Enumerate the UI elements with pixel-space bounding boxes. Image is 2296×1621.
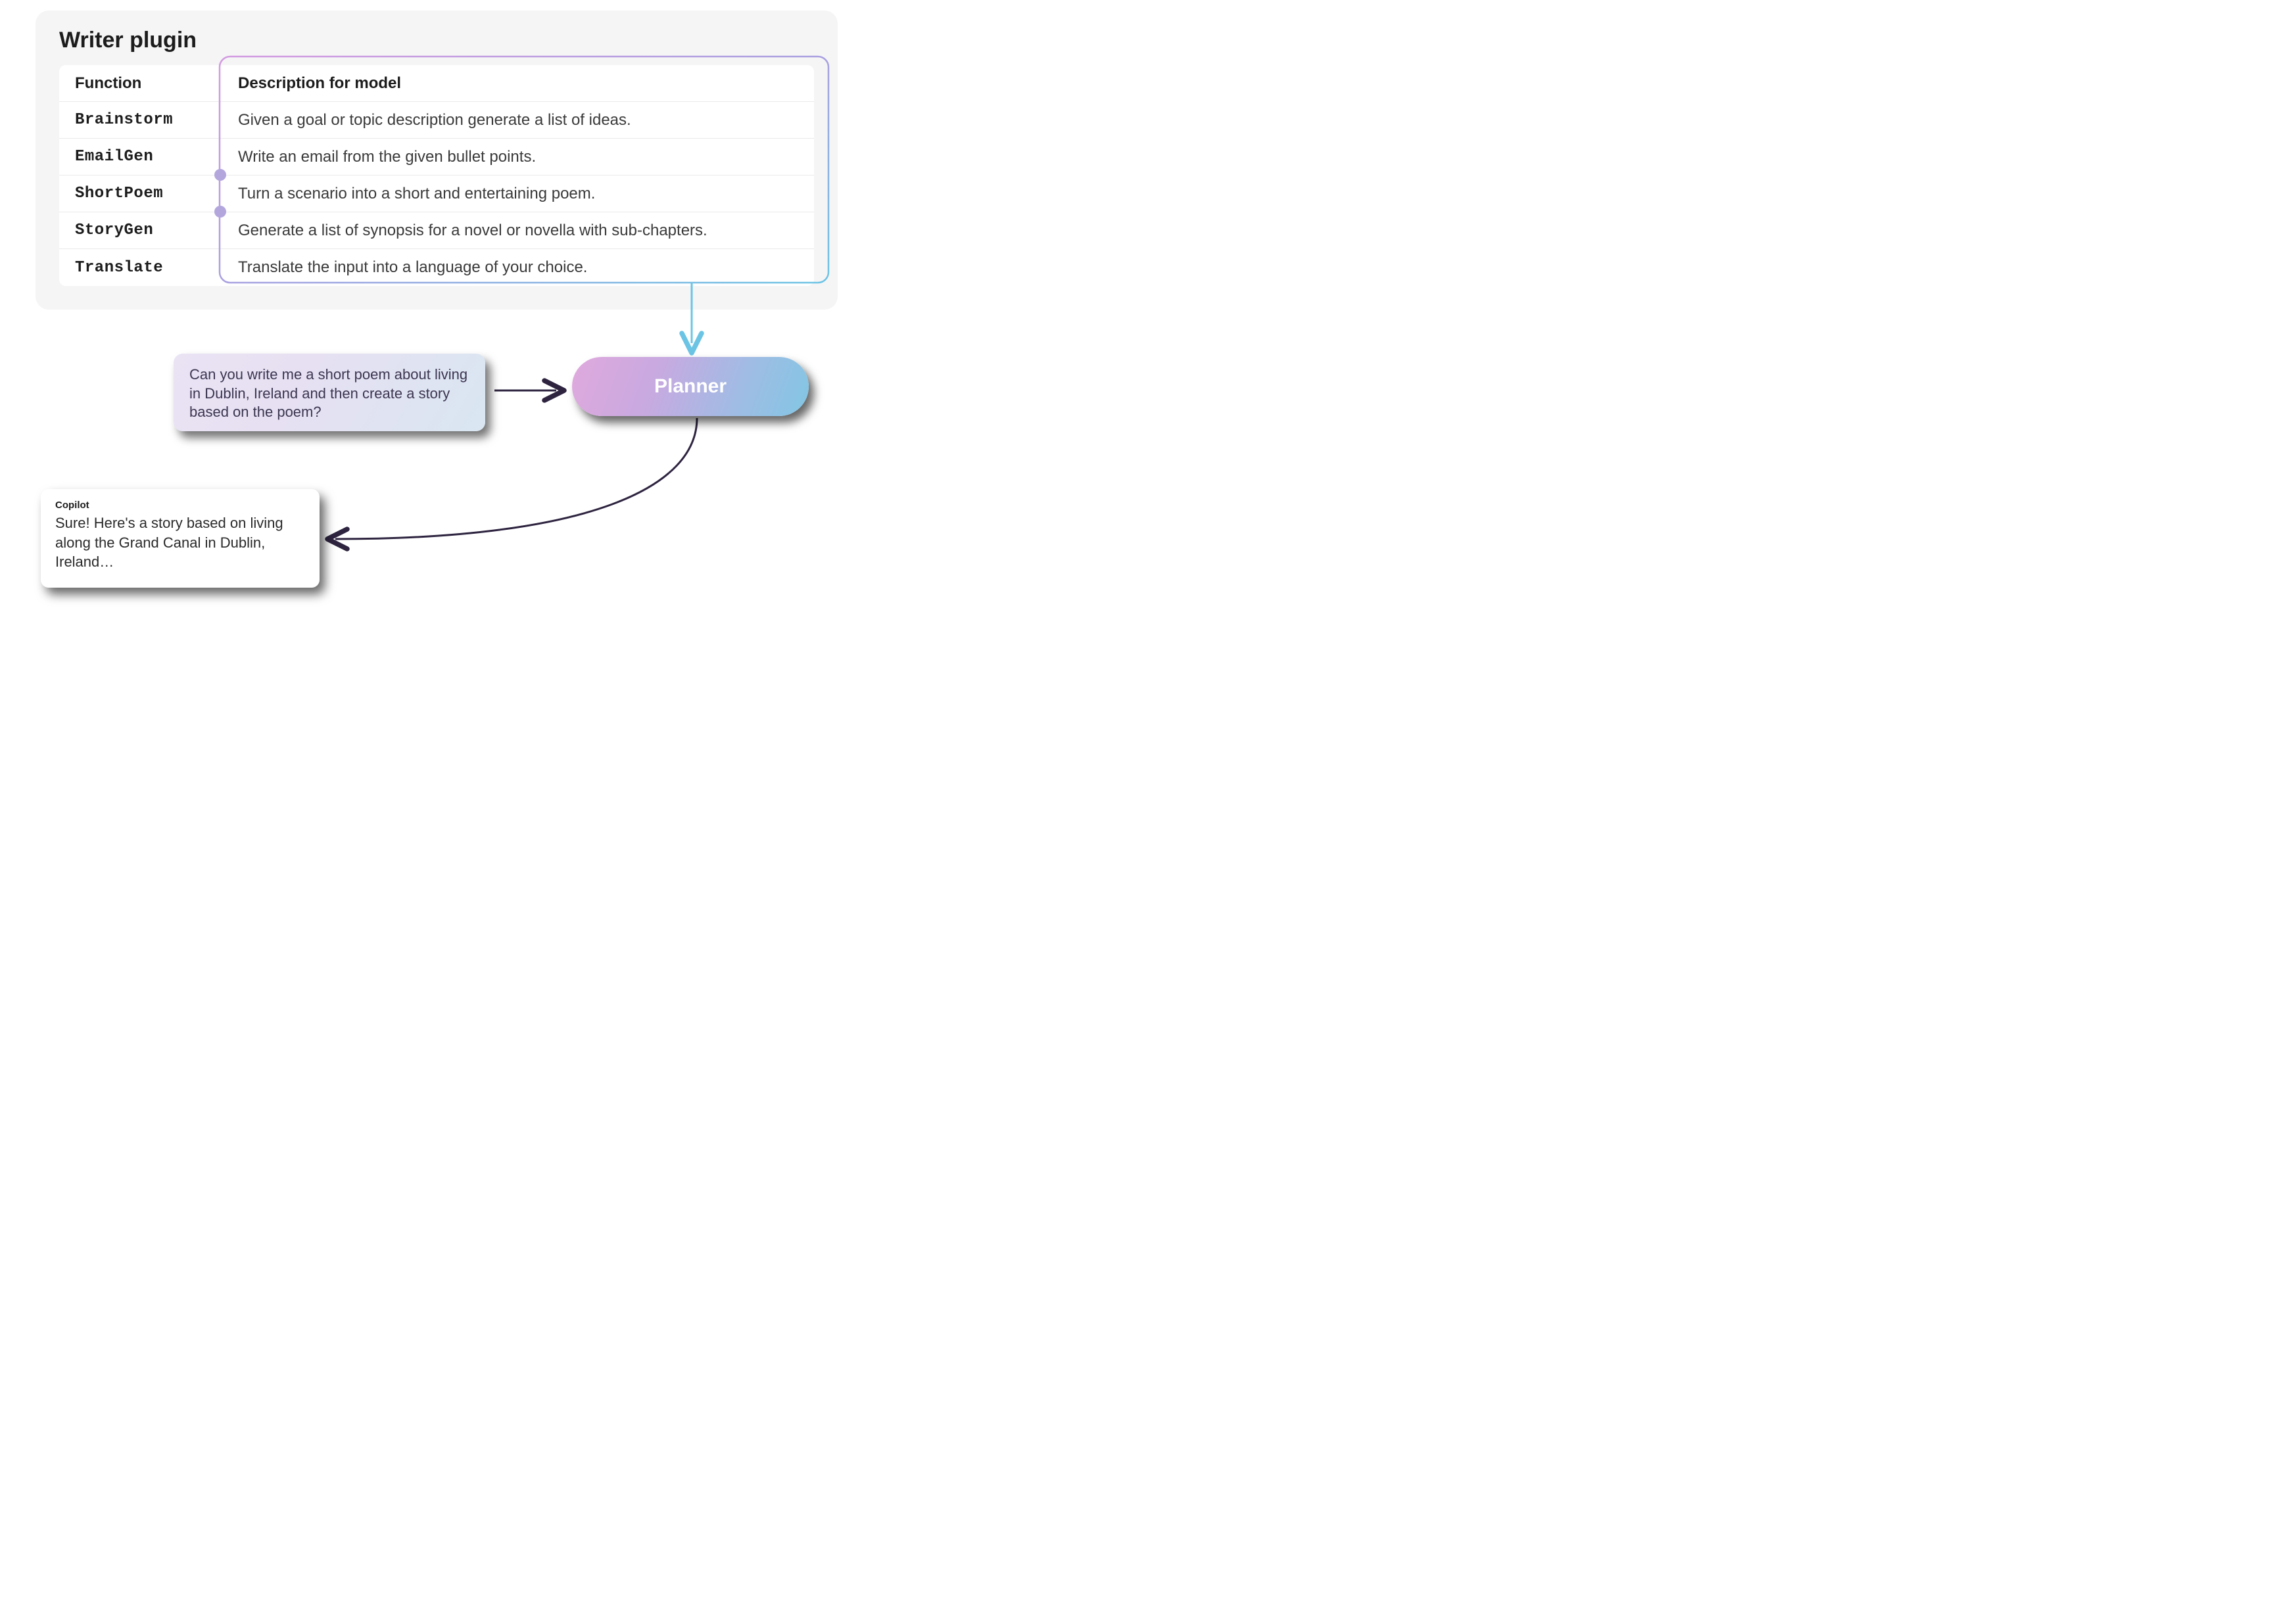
table-row: EmailGen Write an email from the given b… xyxy=(59,139,814,176)
user-prompt-text: Can you write me a short poem about livi… xyxy=(189,366,467,420)
fn-desc: Turn a scenario into a short and enterta… xyxy=(225,177,814,211)
function-table: Function Description for model Brainstor… xyxy=(59,65,814,286)
copilot-response-text: Sure! Here's a story based on living alo… xyxy=(55,513,305,572)
fn-desc: Given a goal or topic description genera… xyxy=(225,103,814,137)
fn-desc: Write an email from the given bullet poi… xyxy=(225,140,814,174)
user-prompt-box: Can you write me a short poem about livi… xyxy=(174,354,485,431)
plugin-title: Writer plugin xyxy=(59,28,814,53)
planner-label: Planner xyxy=(654,375,727,398)
table-row: ShortPoem Turn a scenario into a short a… xyxy=(59,176,814,212)
fn-name: EmailGen xyxy=(59,140,225,174)
arrow-planner-to-response xyxy=(335,418,697,539)
planner-node: Planner xyxy=(572,357,809,416)
table-row: Brainstorm Given a goal or topic descrip… xyxy=(59,102,814,139)
fn-desc: Translate the input into a language of y… xyxy=(225,250,814,285)
writer-plugin-card: Writer plugin Function Description for m… xyxy=(36,11,838,310)
header-function: Function xyxy=(59,66,225,101)
table-header-row: Function Description for model xyxy=(59,65,814,102)
table-row: Translate Translate the input into a lan… xyxy=(59,249,814,286)
fn-name: StoryGen xyxy=(59,214,225,247)
fn-name: ShortPoem xyxy=(59,177,225,210)
fn-name: Translate xyxy=(59,251,225,285)
copilot-label: Copilot xyxy=(55,500,305,511)
fn-desc: Generate a list of synopsis for a novel … xyxy=(225,214,814,248)
table-row: StoryGen Generate a list of synopsis for… xyxy=(59,212,814,249)
fn-name: Brainstorm xyxy=(59,103,225,137)
header-description: Description for model xyxy=(225,66,814,101)
copilot-response-box: Copilot Sure! Here's a story based on li… xyxy=(41,489,320,588)
